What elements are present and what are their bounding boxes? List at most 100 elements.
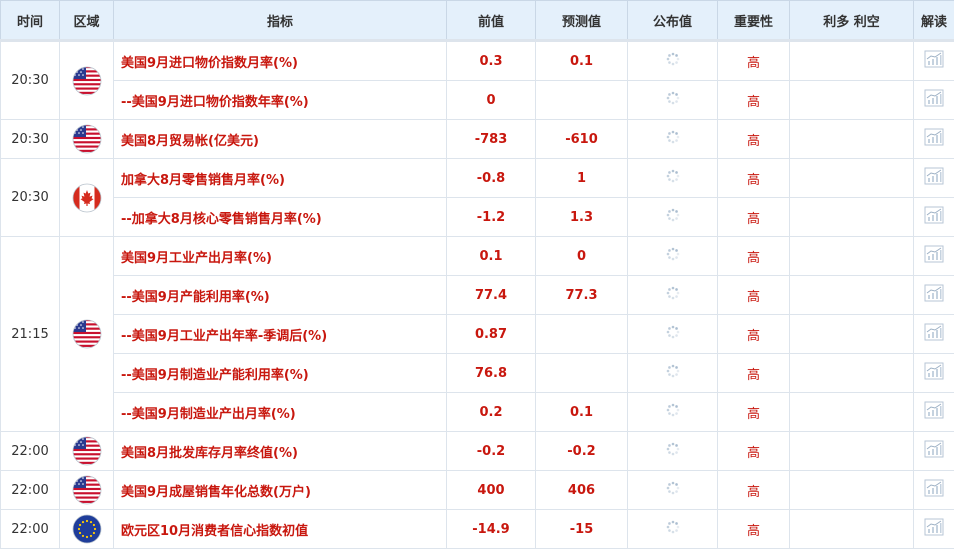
us-flag-icon [72, 66, 102, 96]
actual-value [627, 39, 718, 81]
indicator-name[interactable]: 美国9月工业产出月率(%) [113, 236, 447, 276]
indicator-name[interactable]: --美国9月进口物价指数年率(%) [113, 80, 447, 120]
chart-analysis-icon[interactable] [924, 518, 944, 540]
interpret-cell[interactable] [913, 353, 954, 393]
forecast-value: 0.1 [535, 392, 628, 432]
header-bull-bear: 利多 利空 [789, 0, 914, 41]
table-row: 22:00 美国8月批发库存月率终值(%) -0.2 -0.2 高 [0, 431, 954, 471]
chart-analysis-icon[interactable] [924, 323, 944, 345]
ca-flag-icon [72, 183, 102, 213]
previous-value: -783 [446, 119, 536, 159]
bull-bear-cell [789, 392, 914, 432]
us-flag-icon [72, 475, 102, 505]
previous-value: -14.9 [446, 509, 536, 549]
header-interpret: 解读 [913, 0, 954, 41]
actual-value [627, 119, 718, 159]
importance-level: 高 [717, 39, 790, 81]
interpret-cell[interactable] [913, 314, 954, 354]
event-time: 20:30 [0, 39, 60, 120]
indicator-name[interactable]: 美国9月成屋销售年化总数(万户) [113, 470, 447, 510]
chart-analysis-icon[interactable] [924, 128, 944, 150]
loading-spinner-icon [665, 246, 681, 266]
region-flag [59, 431, 114, 471]
loading-spinner-icon [665, 324, 681, 344]
actual-value [627, 314, 718, 354]
chart-analysis-icon[interactable] [924, 362, 944, 384]
interpret-cell[interactable] [913, 119, 954, 159]
forecast-value: 0.1 [535, 39, 628, 81]
indicator-name[interactable]: 美国8月贸易帐(亿美元) [113, 119, 447, 159]
previous-value: 0.2 [446, 392, 536, 432]
forecast-value [535, 353, 628, 393]
loading-spinner-icon [665, 51, 681, 71]
chart-analysis-icon[interactable] [924, 440, 944, 462]
actual-value [627, 275, 718, 315]
us-flag-icon [72, 436, 102, 466]
forecast-value [535, 314, 628, 354]
previous-value: 0.3 [446, 39, 536, 81]
indicator-name[interactable]: --美国9月工业产出年率-季调后(%) [113, 314, 447, 354]
actual-value [627, 80, 718, 120]
interpret-cell[interactable] [913, 431, 954, 471]
header-importance: 重要性 [717, 0, 790, 41]
loading-spinner-icon [665, 519, 681, 539]
actual-value [627, 509, 718, 549]
interpret-cell[interactable] [913, 39, 954, 81]
importance-level: 高 [717, 431, 790, 471]
importance-level: 高 [717, 392, 790, 432]
indicator-name[interactable]: 欧元区10月消费者信心指数初值 [113, 509, 447, 549]
forecast-value: -15 [535, 509, 628, 549]
interpret-cell[interactable] [913, 197, 954, 237]
bull-bear-cell [789, 314, 914, 354]
chart-analysis-icon[interactable] [924, 479, 944, 501]
chart-analysis-icon[interactable] [924, 167, 944, 189]
chart-analysis-icon[interactable] [924, 206, 944, 228]
loading-spinner-icon [665, 168, 681, 188]
chart-analysis-icon[interactable] [924, 245, 944, 267]
forecast-value: -610 [535, 119, 628, 159]
indicator-name[interactable]: --美国9月产能利用率(%) [113, 275, 447, 315]
previous-value: 0.87 [446, 314, 536, 354]
interpret-cell[interactable] [913, 275, 954, 315]
indicator-name[interactable]: --美国9月制造业产能利用率(%) [113, 353, 447, 393]
region-flag [59, 509, 114, 549]
importance-level: 高 [717, 470, 790, 510]
forecast-value: 0 [535, 236, 628, 276]
chart-analysis-icon[interactable] [924, 284, 944, 306]
event-time: 20:30 [0, 158, 60, 237]
importance-level: 高 [717, 509, 790, 549]
interpret-cell[interactable] [913, 80, 954, 120]
chart-analysis-icon[interactable] [924, 89, 944, 111]
bull-bear-cell [789, 39, 914, 81]
event-time: 21:15 [0, 236, 60, 432]
chart-analysis-icon[interactable] [924, 50, 944, 72]
interpret-cell[interactable] [913, 158, 954, 198]
interpret-cell[interactable] [913, 470, 954, 510]
forecast-value: 77.3 [535, 275, 628, 315]
indicator-name[interactable]: --加拿大8月核心零售销售月率(%) [113, 197, 447, 237]
actual-value [627, 470, 718, 510]
indicator-name[interactable]: --美国9月制造业产出月率(%) [113, 392, 447, 432]
importance-level: 高 [717, 353, 790, 393]
table-row: --美国9月产能利用率(%) 77.4 77.3 高 [1, 275, 954, 315]
forecast-value: -0.2 [535, 431, 628, 471]
previous-value: 76.8 [446, 353, 536, 393]
actual-value [627, 158, 718, 198]
bull-bear-cell [789, 236, 914, 276]
indicator-name[interactable]: 美国9月进口物价指数月率(%) [113, 39, 447, 81]
indicator-name[interactable]: 美国8月批发库存月率终值(%) [113, 431, 447, 471]
header-time: 时间 [0, 0, 60, 41]
previous-value: 0.1 [446, 236, 536, 276]
bull-bear-cell [789, 197, 914, 237]
indicator-name[interactable]: 加拿大8月零售销售月率(%) [113, 158, 447, 198]
interpret-cell[interactable] [913, 509, 954, 549]
table-row: --加拿大8月核心零售销售月率(%) -1.2 1.3 高 [1, 197, 954, 237]
bull-bear-cell [789, 470, 914, 510]
interpret-cell[interactable] [913, 392, 954, 432]
chart-analysis-icon[interactable] [924, 401, 944, 423]
us-flag-icon [72, 319, 102, 349]
event-time: 20:30 [0, 119, 60, 159]
actual-value [627, 392, 718, 432]
interpret-cell[interactable] [913, 236, 954, 276]
importance-level: 高 [717, 158, 790, 198]
